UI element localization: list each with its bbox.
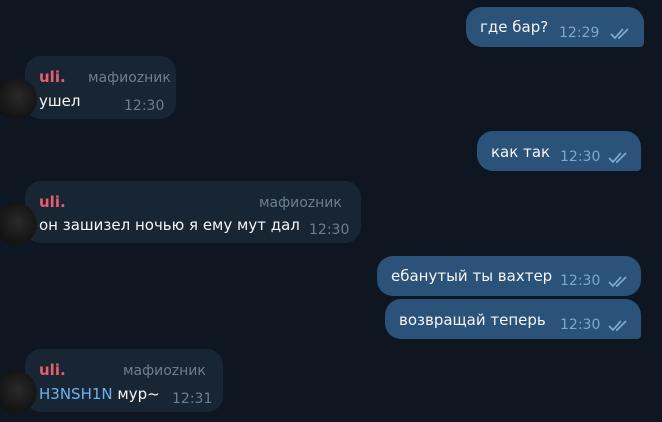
message-text: возвращай теперь xyxy=(399,311,546,329)
sender-role: мафиоzник xyxy=(123,363,206,379)
message-bubble-outgoing[interactable]: ебанутый ты вахтер 12:30 xyxy=(377,256,641,296)
message-bubble-outgoing[interactable]: где бар? 12:29 xyxy=(466,7,644,47)
message-text-rest: мур~ xyxy=(112,385,160,403)
double-check-icon xyxy=(608,276,627,288)
message-bubble-incoming[interactable]: uli. мафиоzник он зашизел ночью я ему му… xyxy=(0,181,361,245)
message-time: 12:29 xyxy=(559,25,600,41)
sender-name[interactable]: uli. xyxy=(39,361,66,379)
double-check-icon xyxy=(608,320,627,332)
sender-name[interactable]: uli. xyxy=(39,193,66,211)
message-bubble-outgoing[interactable]: возвращай теперь 12:30 xyxy=(385,299,641,339)
sender-role: мафиоzник xyxy=(88,70,171,86)
message-text: H3NSH1N мур~ xyxy=(39,385,160,403)
double-check-icon xyxy=(608,152,627,164)
message-bubble-outgoing[interactable]: как так 12:30 xyxy=(477,131,641,171)
message-bubble-incoming[interactable]: uli. мафиоzник H3NSH1N мур~ 12:31 xyxy=(0,349,223,413)
message-text: где бар? xyxy=(480,18,549,36)
message-bubble-incoming[interactable]: uli. мафиоzник ушел 12:30 xyxy=(0,56,176,120)
message-text: ебанутый ты вахтер xyxy=(391,267,553,285)
sender-role: мафиоzник xyxy=(259,195,342,211)
message-time: 12:30 xyxy=(124,98,165,114)
message-time: 12:31 xyxy=(172,391,213,407)
avatar[interactable] xyxy=(0,371,37,413)
message-time: 12:30 xyxy=(560,273,601,289)
sender-name[interactable]: uli. xyxy=(39,68,66,86)
avatar[interactable] xyxy=(0,78,37,120)
message-time: 12:30 xyxy=(309,222,350,238)
double-check-icon xyxy=(610,28,629,40)
mention-link[interactable]: H3NSH1N xyxy=(39,385,113,403)
message-text: ушел xyxy=(39,92,81,110)
message-time: 12:30 xyxy=(560,317,601,333)
message-time: 12:30 xyxy=(560,149,601,165)
avatar[interactable] xyxy=(0,203,37,245)
message-text: он зашизел ночью я ему мут дал xyxy=(39,216,300,234)
message-text: как так xyxy=(491,143,551,161)
